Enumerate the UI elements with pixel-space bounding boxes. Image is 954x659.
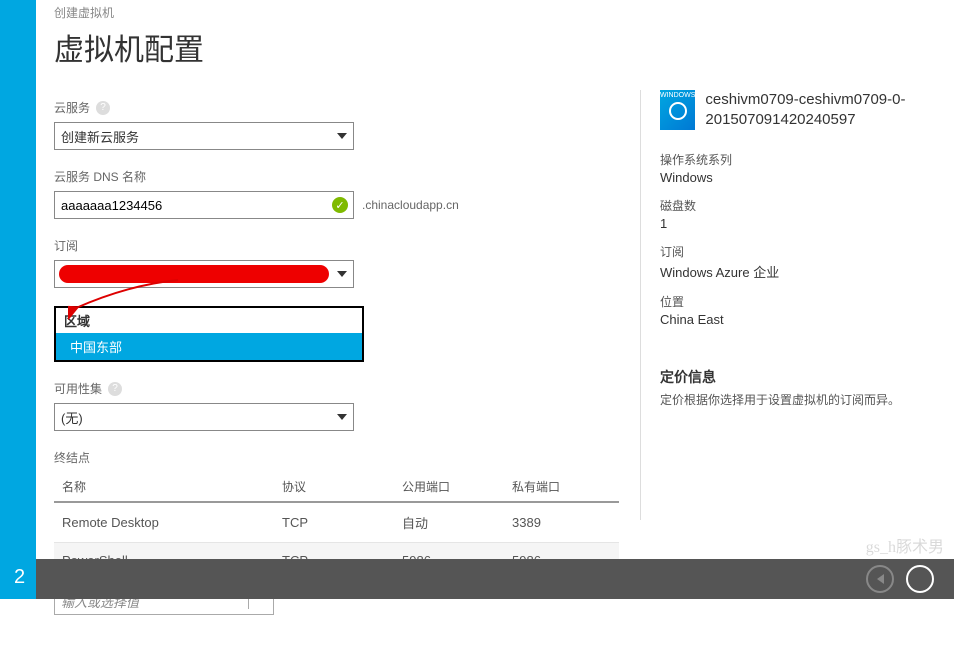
region-header: 区域 <box>56 308 362 333</box>
availability-select[interactable]: (无) <box>54 403 354 431</box>
disk-label: 磁盘数 <box>660 197 930 214</box>
help-icon[interactable]: ? <box>96 101 110 115</box>
vm-icon-label: WINDOWS <box>660 92 695 99</box>
bottom-nav-bar <box>36 559 954 599</box>
os-value: Windows <box>660 170 930 185</box>
check-icon: ✓ <box>332 197 348 213</box>
os-label: 操作系统系列 <box>660 151 930 168</box>
loc-label: 位置 <box>660 293 930 310</box>
cloud-service-label: 云服务 ? <box>54 99 634 116</box>
vertical-divider <box>640 90 641 520</box>
sub-value: Windows Azure 企业 <box>660 262 930 281</box>
col-private-port: 私有端口 <box>504 472 619 502</box>
subscription-select[interactable] <box>54 260 354 288</box>
region-option-china-east[interactable]: 中国东部 <box>56 333 362 360</box>
dns-name-input[interactable] <box>54 191 354 219</box>
chevron-down-icon <box>337 271 347 277</box>
cloud-service-label-text: 云服务 <box>54 99 90 116</box>
next-button[interactable] <box>906 565 934 593</box>
sub-label: 订阅 <box>660 243 930 260</box>
cloud-service-value: 创建新云服务 <box>61 127 139 146</box>
arrow-left-icon <box>877 574 884 584</box>
main-form: 创建虚拟机 虚拟机配置 云服务 ? 创建新云服务 云服务 DNS 名称 ✓ .c… <box>54 0 634 599</box>
disk-value: 1 <box>660 216 930 231</box>
availability-label: 可用性集 ? <box>54 380 634 397</box>
region-dropdown[interactable]: 区域 中国东部 <box>54 306 364 362</box>
page-title: 虚拟机配置 <box>54 25 634 69</box>
summary-panel: WINDOWS ceshivm0709-ceshivm0709-0-201507… <box>660 90 930 408</box>
wizard-step-bar: 2 <box>0 0 36 599</box>
step-number: 2 <box>14 566 25 589</box>
subscription-label: 订阅 <box>54 237 634 254</box>
vm-name: ceshivm0709-ceshivm0709-0-20150709142024… <box>705 90 930 131</box>
col-protocol: 协议 <box>274 472 394 502</box>
watermark: gs_h豚术男 <box>866 533 944 557</box>
chevron-down-icon <box>337 133 347 139</box>
arrow-right-icon <box>696 649 703 659</box>
cloud-service-select[interactable]: 创建新云服务 <box>54 122 354 150</box>
endpoints-label: 终结点 <box>54 449 634 466</box>
pricing-title: 定价信息 <box>660 367 930 387</box>
table-row: Remote Desktop TCP 自动 3389 <box>54 502 619 543</box>
col-name: 名称 <box>54 472 274 502</box>
chevron-down-icon <box>337 414 347 420</box>
breadcrumb: 创建虚拟机 <box>54 4 634 21</box>
redacted-overlay <box>59 265 329 283</box>
help-icon[interactable]: ? <box>108 382 122 396</box>
pricing-text: 定价根据你选择用于设置虚拟机的订阅而异。 <box>660 391 930 408</box>
availability-label-text: 可用性集 <box>54 380 102 397</box>
windows-vm-icon: WINDOWS <box>660 90 695 130</box>
col-public-port: 公用端口 <box>394 472 504 502</box>
availability-value: (无) <box>61 408 83 427</box>
dns-suffix: .chinacloudapp.cn <box>362 198 459 212</box>
dns-label: 云服务 DNS 名称 <box>54 168 634 185</box>
loc-value: China East <box>660 312 930 327</box>
prev-button[interactable] <box>866 565 894 593</box>
